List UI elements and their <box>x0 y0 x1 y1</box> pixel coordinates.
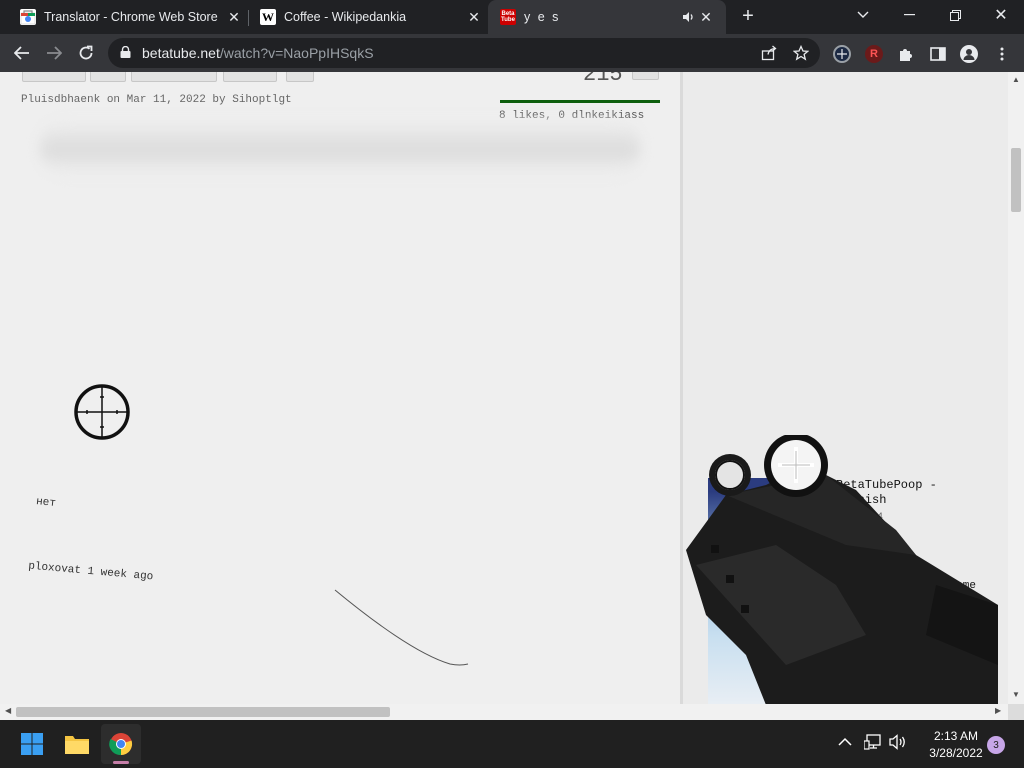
scroll-up-icon[interactable]: ▲ <box>1012 75 1020 84</box>
lock-icon <box>120 46 131 58</box>
reload-button[interactable] <box>74 41 98 65</box>
show-hidden-icons-chevron-icon[interactable] <box>838 734 852 750</box>
crosshair-icon <box>74 384 130 440</box>
gun-overlay-image <box>686 435 998 705</box>
clock-time: 2:13 AM <box>933 729 979 743</box>
folder-icon <box>65 736 89 754</box>
close-tab-icon[interactable]: ✕ <box>698 9 714 25</box>
comment-author-time: ploxovat 1 week ago <box>27 560 154 584</box>
dislike-button[interactable] <box>90 72 126 82</box>
scroll-down-icon[interactable]: ▼ <box>1012 690 1020 699</box>
file-explorer-button[interactable] <box>57 724 97 764</box>
tab-search-icon[interactable] <box>840 0 886 30</box>
menu-button[interactable] <box>632 72 659 80</box>
save-button[interactable] <box>223 72 277 82</box>
notification-badge[interactable]: 3 <box>987 736 1005 754</box>
wikipedia-icon: W <box>260 9 276 25</box>
share-button[interactable] <box>131 72 217 82</box>
horizontal-scroll-thumb[interactable] <box>16 707 390 717</box>
more-button[interactable] <box>286 72 314 82</box>
comment-text: нет <box>35 495 57 511</box>
tab-yes[interactable]: Beta Tube y e s ✕ <box>488 0 726 34</box>
restore-button[interactable] <box>932 0 978 30</box>
extension-crosshair-icon[interactable] <box>833 45 851 63</box>
close-window-button[interactable]: ✕ <box>978 0 1024 30</box>
scroll-corner <box>1008 704 1024 720</box>
scroll-left-icon[interactable]: ◀ <box>5 706 11 715</box>
menu-kebab-icon[interactable] <box>993 45 1011 63</box>
bookmark-star-icon[interactable] <box>791 43 811 63</box>
clock-date: 3/28/2022 <box>929 746 983 760</box>
minimize-button[interactable] <box>886 0 932 30</box>
vertical-scrollbar[interactable]: ▲ ▼ <box>1008 72 1024 704</box>
speaker-icon[interactable] <box>680 9 696 25</box>
extension-r-icon[interactable]: R <box>865 45 883 63</box>
taskbar: 2:13 AM 3/28/2022 3 <box>0 720 1024 768</box>
upload-meta: Pluisdbhaenk on Mar 11, 2022 by Sihoptlg… <box>21 94 292 106</box>
tab-title: Coffee - Wikipedankia <box>284 10 407 24</box>
tab-coffee[interactable]: W Coffee - Wikipedankia ✕ <box>240 0 488 34</box>
forward-button[interactable] <box>42 41 66 65</box>
screen: Translator - Chrome Web Store ✕ W Coffee… <box>0 0 1024 768</box>
active-app-indicator <box>113 761 129 764</box>
url-host: betatube.net <box>142 45 220 61</box>
clock[interactable]: 2:13 AM 3/28/2022 <box>918 728 994 762</box>
network-icon[interactable] <box>863 734 882 753</box>
close-tab-icon[interactable]: ✕ <box>466 9 482 25</box>
volume-icon[interactable] <box>889 734 907 753</box>
chrome-taskbar-button[interactable] <box>101 724 141 764</box>
horizontal-scrollbar[interactable]: ◀ ▶ <box>0 704 1008 720</box>
address-bar[interactable]: betatube.net/watch?v=NaoPpIHSqkS <box>108 38 820 68</box>
scroll-right-icon[interactable]: ▶ <box>995 706 1001 715</box>
video-column: 215 Pluisdbhaenk on Mar 11, 2022 by Siho… <box>0 72 680 704</box>
view-count: 215 <box>583 72 623 87</box>
stray-curve-line <box>334 589 469 666</box>
tab-title: y e s <box>524 10 561 24</box>
vertical-scroll-thumb[interactable] <box>1011 148 1021 212</box>
chrome-web-store-icon <box>20 9 36 25</box>
browser-toolbar: betatube.net/watch?v=NaoPpIHSqkS R <box>0 34 1024 72</box>
windows-logo-icon <box>21 733 43 755</box>
like-button[interactable] <box>22 72 86 82</box>
chrome-icon <box>109 733 133 756</box>
side-panel-icon[interactable] <box>929 45 947 63</box>
share-icon[interactable] <box>759 43 779 63</box>
profile-avatar-icon[interactable] <box>960 45 978 63</box>
betatube-icon: Beta Tube <box>500 9 516 25</box>
url-path: /watch?v=NaoPpIHSqkS <box>219 45 374 61</box>
like-ratio-bar <box>500 100 660 103</box>
back-button[interactable] <box>10 41 34 65</box>
tab-translator[interactable]: Translator - Chrome Web Store ✕ <box>0 0 248 34</box>
url-text: betatube.net/watch?v=NaoPpIHSqkS <box>142 45 374 61</box>
new-tab-button[interactable]: + <box>738 6 758 27</box>
extensions-puzzle-icon[interactable] <box>897 45 915 63</box>
tab-title: Translator - Chrome Web Store <box>44 10 218 24</box>
section-divider-shadow <box>40 120 640 175</box>
start-button[interactable] <box>12 724 52 764</box>
tab-strip: Translator - Chrome Web Store ✕ W Coffee… <box>0 0 1024 34</box>
